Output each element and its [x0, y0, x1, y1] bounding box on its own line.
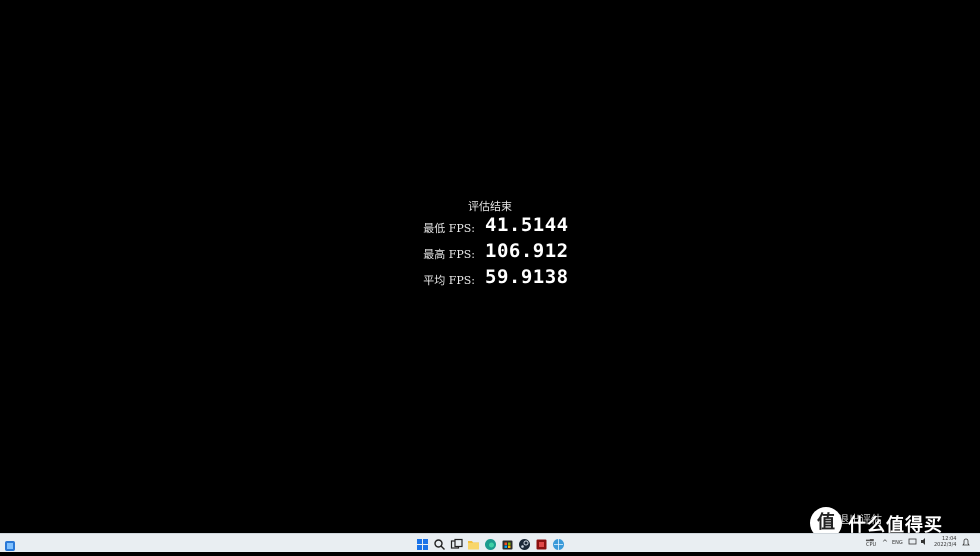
avg-fps-value: 59.9138 [485, 266, 569, 288]
game-app-icon[interactable] [535, 536, 548, 550]
network-icon[interactable] [908, 537, 917, 548]
min-fps-row: 最低 FPS: 41.5144 [0, 214, 980, 238]
chevron-up-icon[interactable]: ^ [882, 539, 888, 547]
max-fps-label: 最高 FPS: [423, 248, 475, 261]
system-tray: ▂▃ CPU ^ ENG 12:04 2022/3/4 [866, 535, 976, 551]
taskbar: ▂▃ CPU ^ ENG 12:04 2022/3/4 [0, 533, 980, 552]
min-fps-label: 最低 FPS: [423, 222, 475, 235]
results-title: 评估结束 [468, 200, 512, 213]
language-indicator[interactable]: ENG [892, 540, 903, 546]
globe-app-icon[interactable] [552, 536, 565, 550]
min-fps-value: 41.5144 [485, 214, 569, 236]
volume-icon[interactable] [920, 537, 929, 548]
cpu-label: CPU [866, 542, 877, 548]
game-viewport: 评估结束 最低 FPS: 41.5144 最高 FPS: 106.912 平均 … [0, 0, 980, 539]
avg-fps-label: 平均 FPS: [423, 274, 475, 287]
avg-fps-row: 平均 FPS: 59.9138 [0, 266, 980, 290]
notification-icon[interactable] [962, 538, 970, 549]
edge-icon[interactable] [484, 536, 497, 550]
windows-start-icon[interactable] [416, 536, 429, 550]
cpu-temp-widget[interactable]: ▂▃ CPU [866, 536, 876, 548]
clock-date: 2022/3/4 [934, 542, 957, 548]
file-explorer-icon[interactable] [467, 536, 480, 550]
store-icon[interactable] [501, 536, 514, 550]
widgets-icon[interactable] [4, 537, 16, 551]
clock[interactable]: 12:04 2022/3/4 [934, 536, 956, 548]
steam-icon[interactable] [518, 536, 531, 550]
max-fps-value: 106.912 [485, 240, 569, 262]
max-fps-row: 最高 FPS: 106.912 [0, 240, 980, 264]
search-icon[interactable] [433, 536, 446, 550]
task-view-icon[interactable] [450, 536, 463, 549]
